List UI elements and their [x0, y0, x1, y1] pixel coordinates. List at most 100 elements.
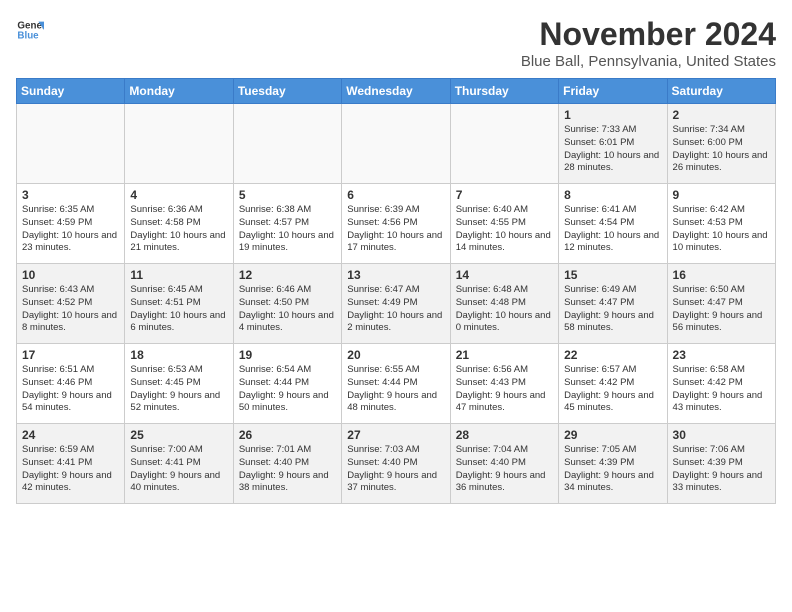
- cell-info: Sunrise: 6:57 AM Sunset: 4:42 PM Dayligh…: [564, 364, 661, 415]
- day-number: 2: [673, 108, 770, 122]
- cell-info: Sunrise: 6:59 AM Sunset: 4:41 PM Dayligh…: [22, 444, 119, 495]
- cell-info: Sunrise: 6:49 AM Sunset: 4:47 PM Dayligh…: [564, 284, 661, 335]
- calendar-cell: 14 Sunrise: 6:48 AM Sunset: 4:48 PM Dayli…: [450, 264, 558, 344]
- calendar-cell: 3 Sunrise: 6:35 AM Sunset: 4:59 PM Daylig…: [17, 184, 125, 264]
- day-number: 14: [456, 268, 553, 282]
- day-number: 3: [22, 188, 119, 202]
- day-number: 30: [673, 428, 770, 442]
- calendar-cell: 8 Sunrise: 6:41 AM Sunset: 4:54 PM Daylig…: [559, 184, 667, 264]
- day-number: 20: [347, 348, 444, 362]
- calendar-cell: [342, 104, 450, 184]
- logo: General Blue: [16, 16, 44, 44]
- week-row-1: 3 Sunrise: 6:35 AM Sunset: 4:59 PM Daylig…: [17, 184, 776, 264]
- calendar-cell: 26Sunrise: 7:01 AM Sunset: 4:40 PM Dayli…: [233, 424, 341, 504]
- day-number: 16: [673, 268, 770, 282]
- cell-info: Sunrise: 6:50 AM Sunset: 4:47 PM Dayligh…: [673, 284, 770, 335]
- calendar-cell: 5 Sunrise: 6:38 AM Sunset: 4:57 PM Daylig…: [233, 184, 341, 264]
- header-row: SundayMondayTuesdayWednesdayThursdayFrid…: [17, 79, 776, 104]
- calendar-cell: 19 Sunrise: 6:54 AM Sunset: 4:44 PM Dayli…: [233, 344, 341, 424]
- cell-info: Sunrise: 6:38 AM Sunset: 4:57 PM Dayligh…: [239, 204, 336, 255]
- cell-info: Sunrise: 6:58 AM Sunset: 4:42 PM Dayligh…: [673, 364, 770, 415]
- day-number: 22: [564, 348, 661, 362]
- calendar-cell: 22 Sunrise: 6:57 AM Sunset: 4:42 PM Dayli…: [559, 344, 667, 424]
- month-title: November 2024: [521, 16, 776, 53]
- cell-info: Sunrise: 6:56 AM Sunset: 4:43 PM Dayligh…: [456, 364, 553, 415]
- day-number: 18: [130, 348, 227, 362]
- calendar-cell: 6Sunrise: 6:39 AM Sunset: 4:56 PM Daylig…: [342, 184, 450, 264]
- cell-info: Sunrise: 7:00 AM Sunset: 4:41 PM Dayligh…: [130, 444, 227, 495]
- cell-info: Sunrise: 6:55 AM Sunset: 4:44 PM Dayligh…: [347, 364, 444, 415]
- day-number: 23: [673, 348, 770, 362]
- cell-info: Sunrise: 6:42 AM Sunset: 4:53 PM Dayligh…: [673, 204, 770, 255]
- cell-info: Sunrise: 6:35 AM Sunset: 4:59 PM Dayligh…: [22, 204, 119, 255]
- header-day-tuesday: Tuesday: [233, 79, 341, 104]
- header-day-friday: Friday: [559, 79, 667, 104]
- calendar-cell: 15Sunrise: 6:49 AM Sunset: 4:47 PM Dayli…: [559, 264, 667, 344]
- cell-info: Sunrise: 7:34 AM Sunset: 6:00 PM Dayligh…: [673, 124, 770, 175]
- day-number: 28: [456, 428, 553, 442]
- cell-info: Sunrise: 6:39 AM Sunset: 4:56 PM Dayligh…: [347, 204, 444, 255]
- calendar-cell: 27Sunrise: 7:03 AM Sunset: 4:40 PM Dayli…: [342, 424, 450, 504]
- header-day-sunday: Sunday: [17, 79, 125, 104]
- location-title: Blue Ball, Pennsylvania, United States: [521, 53, 776, 70]
- cell-info: Sunrise: 6:46 AM Sunset: 4:50 PM Dayligh…: [239, 284, 336, 335]
- cell-info: Sunrise: 6:53 AM Sunset: 4:45 PM Dayligh…: [130, 364, 227, 415]
- calendar-cell: 12 Sunrise: 6:46 AM Sunset: 4:50 PM Dayli…: [233, 264, 341, 344]
- calendar-cell: 23 Sunrise: 6:58 AM Sunset: 4:42 PM Dayli…: [667, 344, 775, 424]
- calendar-cell: 17 Sunrise: 6:51 AM Sunset: 4:46 PM Dayli…: [17, 344, 125, 424]
- calendar-cell: 24Sunrise: 6:59 AM Sunset: 4:41 PM Dayli…: [17, 424, 125, 504]
- day-number: 1: [564, 108, 661, 122]
- cell-info: Sunrise: 7:04 AM Sunset: 4:40 PM Dayligh…: [456, 444, 553, 495]
- calendar-cell: 11 Sunrise: 6:45 AM Sunset: 4:51 PM Dayli…: [125, 264, 233, 344]
- cell-info: Sunrise: 6:43 AM Sunset: 4:52 PM Dayligh…: [22, 284, 119, 335]
- calendar-cell: 2 Sunrise: 7:34 AM Sunset: 6:00 PM Daylig…: [667, 104, 775, 184]
- calendar-cell: 29 Sunrise: 7:05 AM Sunset: 4:39 PM Dayli…: [559, 424, 667, 504]
- calendar-cell: 18 Sunrise: 6:53 AM Sunset: 4:45 PM Dayli…: [125, 344, 233, 424]
- week-row-3: 17 Sunrise: 6:51 AM Sunset: 4:46 PM Dayli…: [17, 344, 776, 424]
- day-number: 4: [130, 188, 227, 202]
- calendar-cell: 4Sunrise: 6:36 AM Sunset: 4:58 PM Daylig…: [125, 184, 233, 264]
- cell-info: Sunrise: 6:48 AM Sunset: 4:48 PM Dayligh…: [456, 284, 553, 335]
- day-number: 8: [564, 188, 661, 202]
- day-number: 10: [22, 268, 119, 282]
- header: General Blue November 2024 Blue Ball, Pe…: [16, 16, 776, 70]
- day-number: 29: [564, 428, 661, 442]
- calendar-cell: 10 Sunrise: 6:43 AM Sunset: 4:52 PM Dayli…: [17, 264, 125, 344]
- day-number: 17: [22, 348, 119, 362]
- calendar-cell: [450, 104, 558, 184]
- calendar-cell: 9 Sunrise: 6:42 AM Sunset: 4:53 PM Daylig…: [667, 184, 775, 264]
- logo-icon: General Blue: [16, 16, 44, 44]
- header-day-wednesday: Wednesday: [342, 79, 450, 104]
- calendar-cell: 1Sunrise: 7:33 AM Sunset: 6:01 PM Daylig…: [559, 104, 667, 184]
- day-number: 11: [130, 268, 227, 282]
- calendar-cell: [233, 104, 341, 184]
- calendar-cell: [125, 104, 233, 184]
- calendar-cell: 28 Sunrise: 7:04 AM Sunset: 4:40 PM Dayli…: [450, 424, 558, 504]
- cell-info: Sunrise: 6:54 AM Sunset: 4:44 PM Dayligh…: [239, 364, 336, 415]
- svg-text:Blue: Blue: [17, 30, 39, 41]
- cell-info: Sunrise: 6:51 AM Sunset: 4:46 PM Dayligh…: [22, 364, 119, 415]
- cell-info: Sunrise: 6:45 AM Sunset: 4:51 PM Dayligh…: [130, 284, 227, 335]
- day-number: 19: [239, 348, 336, 362]
- day-number: 21: [456, 348, 553, 362]
- calendar-cell: 25Sunrise: 7:00 AM Sunset: 4:41 PM Dayli…: [125, 424, 233, 504]
- day-number: 26: [239, 428, 336, 442]
- calendar-cell: [17, 104, 125, 184]
- cell-info: Sunrise: 7:03 AM Sunset: 4:40 PM Dayligh…: [347, 444, 444, 495]
- cell-info: Sunrise: 6:41 AM Sunset: 4:54 PM Dayligh…: [564, 204, 661, 255]
- calendar-cell: 13Sunrise: 6:47 AM Sunset: 4:49 PM Dayli…: [342, 264, 450, 344]
- week-row-4: 24Sunrise: 6:59 AM Sunset: 4:41 PM Dayli…: [17, 424, 776, 504]
- day-number: 12: [239, 268, 336, 282]
- cell-info: Sunrise: 7:05 AM Sunset: 4:39 PM Dayligh…: [564, 444, 661, 495]
- day-number: 9: [673, 188, 770, 202]
- header-day-saturday: Saturday: [667, 79, 775, 104]
- week-row-2: 10 Sunrise: 6:43 AM Sunset: 4:52 PM Dayli…: [17, 264, 776, 344]
- calendar-cell: 30 Sunrise: 7:06 AM Sunset: 4:39 PM Dayli…: [667, 424, 775, 504]
- cell-info: Sunrise: 7:06 AM Sunset: 4:39 PM Dayligh…: [673, 444, 770, 495]
- calendar-cell: 21 Sunrise: 6:56 AM Sunset: 4:43 PM Dayli…: [450, 344, 558, 424]
- cell-info: Sunrise: 6:47 AM Sunset: 4:49 PM Dayligh…: [347, 284, 444, 335]
- day-number: 7: [456, 188, 553, 202]
- day-number: 5: [239, 188, 336, 202]
- header-day-monday: Monday: [125, 79, 233, 104]
- calendar-table: SundayMondayTuesdayWednesdayThursdayFrid…: [16, 78, 776, 504]
